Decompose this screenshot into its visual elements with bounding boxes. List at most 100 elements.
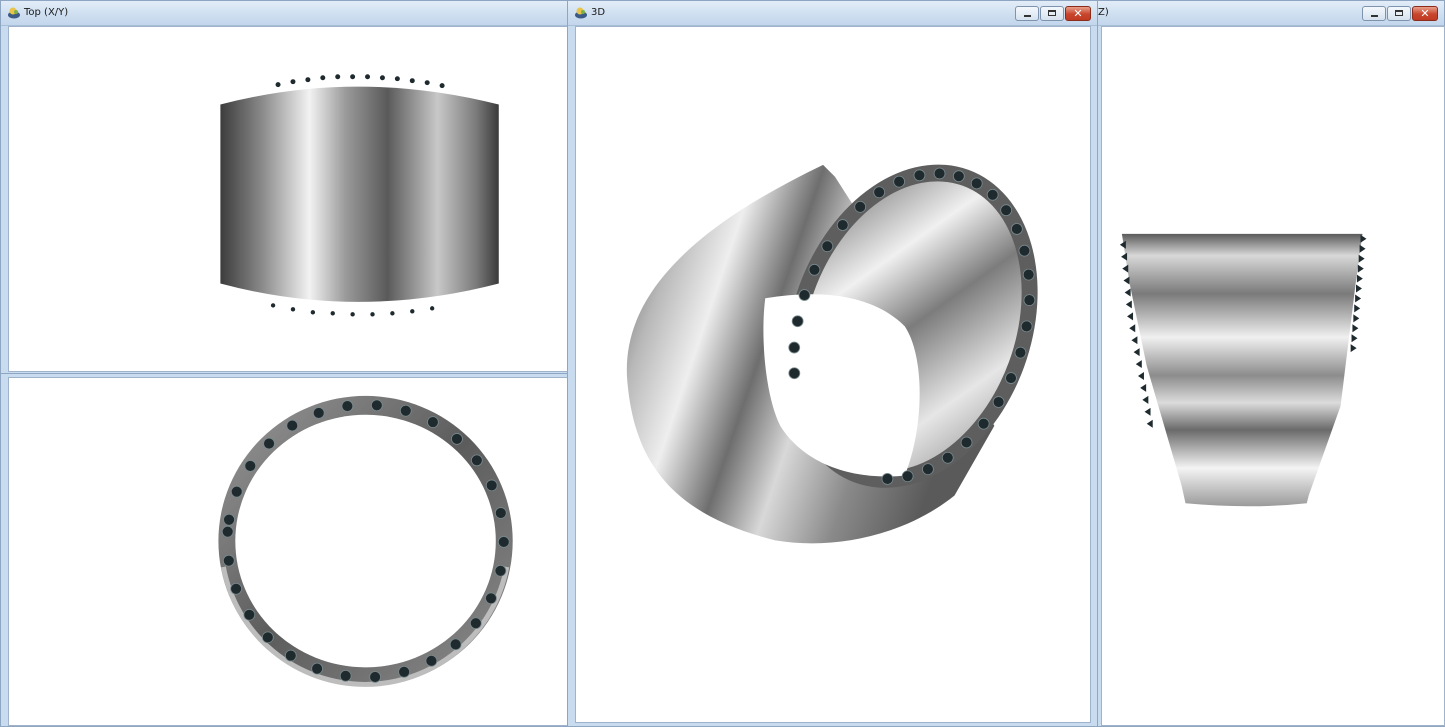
perspective-window-controls: ✕ [1014,6,1091,21]
top-view-stones-top [275,74,445,89]
minimize-icon [1024,15,1031,17]
gem-stone [451,433,463,445]
gem-stone [1123,276,1130,285]
gem-stone [1356,274,1363,283]
perspective-title: 3D [591,7,606,18]
front-view-viewport[interactable] [8,377,568,726]
gem-stone [788,341,801,354]
top-view-titlebar[interactable]: Top (X/Y) [1,1,567,26]
gem-stone [970,177,983,190]
gem-stone [1020,320,1033,333]
side-window-controls: ✕ [1361,6,1438,21]
gem-stone [221,525,234,538]
gem-stone [986,188,999,201]
side-view-title: Z) [1098,7,1109,18]
gem-stone [1357,264,1364,273]
gem-stone [1354,304,1361,313]
gem-stone [1355,294,1362,303]
gem-stone [1351,334,1358,343]
gem-stone [1129,324,1136,333]
maximize-icon [1048,10,1056,16]
minimize-icon [1371,15,1378,17]
maximize-button[interactable] [1387,6,1411,21]
top-view-viewport[interactable] [8,26,568,372]
top-view-window[interactable]: Top (X/Y) [0,0,568,374]
gem-stone [244,460,257,472]
gem-stone [341,400,354,412]
gem-stone [977,417,990,430]
top-view-title: Top (X/Y) [24,7,69,18]
app-icon [575,7,587,19]
ring-side-view [1119,233,1367,507]
gem-stone [494,564,507,577]
perspective-window[interactable]: 3D ✕ [567,0,1098,727]
app-icon [8,7,20,19]
gem-stone [1014,346,1027,359]
minimize-button[interactable] [1362,6,1386,21]
gem-stone [470,454,483,467]
gem-stone [311,662,323,675]
gem-stone [1023,294,1036,306]
ring-top-view [220,74,499,317]
gem-stone [1358,254,1365,263]
gem-stone [1146,419,1153,428]
gem-stone [1353,314,1360,323]
close-button[interactable]: ✕ [1065,6,1091,21]
minimize-button[interactable] [1015,6,1039,21]
side-view-window[interactable]: Z) ✕ [1097,0,1445,727]
gem-stone [952,170,965,183]
gem-stone [791,315,804,328]
gem-stone [854,200,867,213]
gem-stone [1350,344,1357,353]
gem-stone [798,289,811,301]
gem-stone [1121,252,1128,261]
ring-3d-view [626,164,1038,544]
gem-stone [1137,372,1144,380]
gem-stone [469,617,482,630]
gem-stone [494,507,507,519]
side-view-titlebar[interactable]: Z) ✕ [1098,1,1444,26]
close-icon: ✕ [1420,7,1430,20]
side-view-viewport[interactable] [1101,26,1445,726]
gem-stone [1119,240,1126,249]
gem-stone [284,649,297,662]
top-view-stones-bottom [270,303,435,317]
gem-stone [933,167,946,180]
gem-stone [312,407,325,419]
close-icon: ✕ [1073,7,1083,20]
gem-stone [1140,383,1147,392]
gem-stone [485,592,497,605]
gem-stone [399,404,412,417]
gem-stone [1135,360,1142,369]
gem-stone [1122,264,1129,273]
gem-stone [1022,268,1035,281]
perspective-titlebar[interactable]: 3D ✕ [568,1,1097,26]
gem-stone [261,631,274,644]
gem-stone [243,608,256,621]
close-button[interactable]: ✕ [1412,6,1438,21]
maximize-icon [1395,10,1403,16]
gem-stone [1127,312,1134,321]
gem-stone [230,582,242,595]
gem-stone [1144,407,1151,416]
gem-stone [960,436,973,449]
gem-stone [425,654,438,667]
gem-stone [263,437,275,450]
gem-stone [821,240,834,253]
gem-stone [788,367,801,380]
gem-stone [941,451,954,464]
gem-stone [1018,244,1031,257]
gem-stone [1124,288,1131,297]
front-view-window[interactable] [0,373,568,727]
gem-stone [286,419,299,432]
gem-stone [1142,395,1149,404]
perspective-viewport[interactable] [575,26,1091,723]
maximize-button[interactable] [1040,6,1064,21]
gem-stone [223,513,235,526]
ring-front-view [218,395,513,687]
gem-stone [1125,300,1132,309]
gem-stone [1352,324,1359,333]
gem-stone [230,485,243,498]
gem-stone [449,638,462,651]
gem-stone [1010,223,1023,235]
